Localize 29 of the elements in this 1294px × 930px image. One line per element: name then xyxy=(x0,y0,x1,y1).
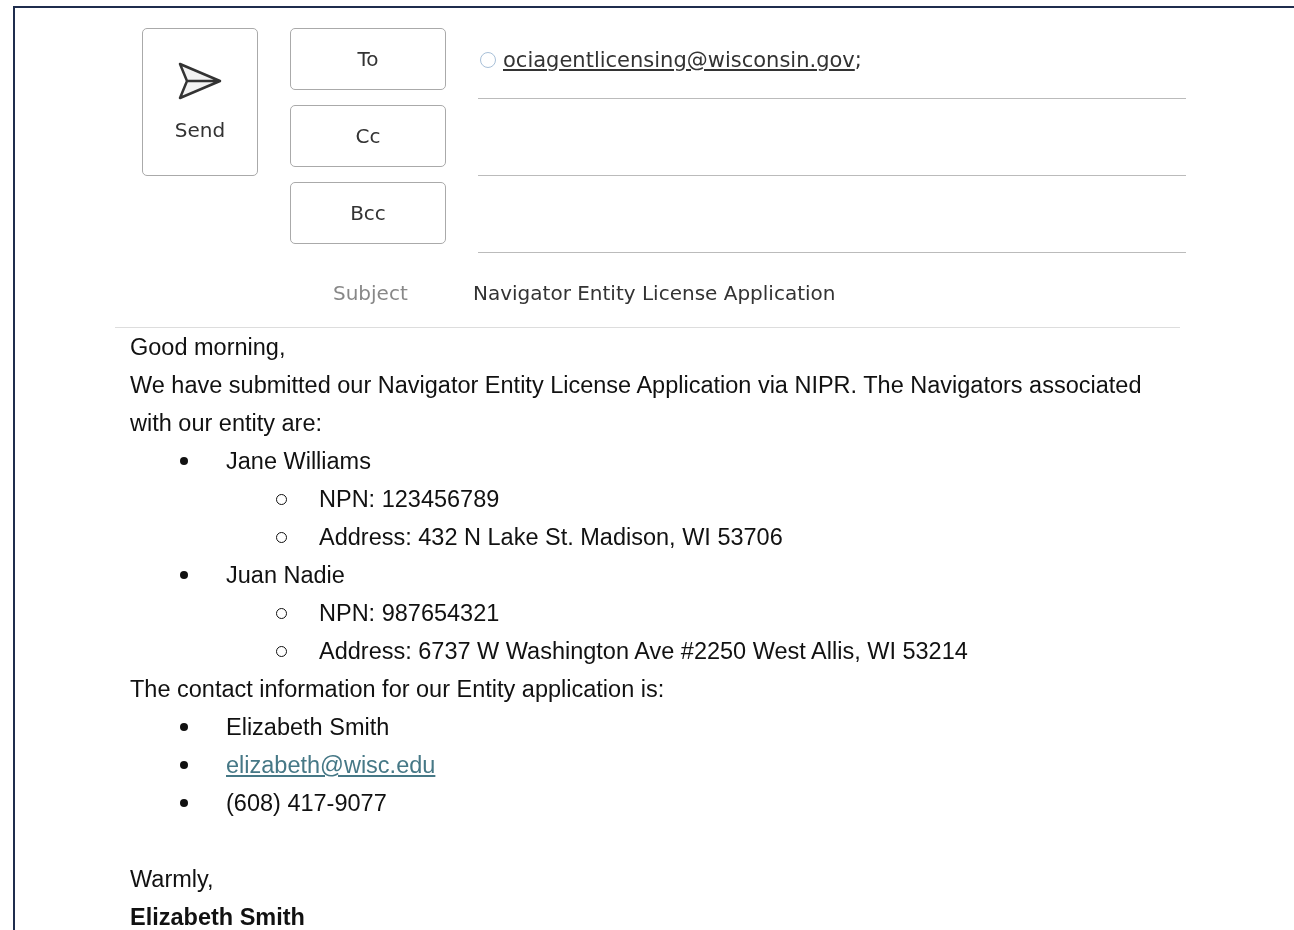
recipient-button[interactable]: Bcc xyxy=(290,182,446,244)
closing-text: Warmly, xyxy=(130,865,215,894)
body-paragraph: The contact information for our Entity application is: xyxy=(130,675,666,704)
send-icon xyxy=(178,62,222,100)
list-item-text: Jane Williams xyxy=(226,447,371,476)
recipient-field[interactable]: ociagentlicensing@wisconsin.gov; xyxy=(478,28,1186,99)
list-item-text: NPN: 987654321 xyxy=(319,599,500,628)
email-link[interactable]: elizabeth@wisc.edu xyxy=(226,746,436,784)
list-item-text: Elizabeth Smith xyxy=(226,713,390,742)
bullet-icon xyxy=(180,799,188,807)
body-paragraph: Good morning, xyxy=(130,333,287,362)
subject-label: Subject xyxy=(333,281,409,305)
list-item-text: Juan Nadie xyxy=(226,561,345,590)
list-item-text: Address: 432 N Lake St. Madison, WI 53706 xyxy=(319,523,783,552)
body-paragraph: We have submitted our Navigator Entity License Application via NIPR. The Navigators associated with our entity are: xyxy=(130,371,1143,438)
bullet-icon xyxy=(180,571,188,579)
bullet-icon xyxy=(180,723,188,731)
recipient-button[interactable]: Cc xyxy=(290,105,446,167)
recipient-separator: ; xyxy=(854,48,862,72)
list-item-text: Address: 6737 W Washington Ave #2250 West Allis, WI 53214 xyxy=(319,637,968,666)
subject-field[interactable]: Navigator Entity License Application xyxy=(473,281,836,305)
list-item-text: NPN: 123456789 xyxy=(319,485,500,514)
list-item-text: (608) 417-9077 xyxy=(226,789,387,818)
signature-name: Elizabeth Smith xyxy=(130,903,306,930)
bullet-icon xyxy=(180,457,188,465)
recipient-address[interactable]: ociagentlicensing@wisconsin.gov xyxy=(503,48,855,72)
send-button[interactable]: Send xyxy=(142,28,258,176)
bullet-icon xyxy=(180,761,188,769)
recipient-button[interactable]: To xyxy=(290,28,446,90)
